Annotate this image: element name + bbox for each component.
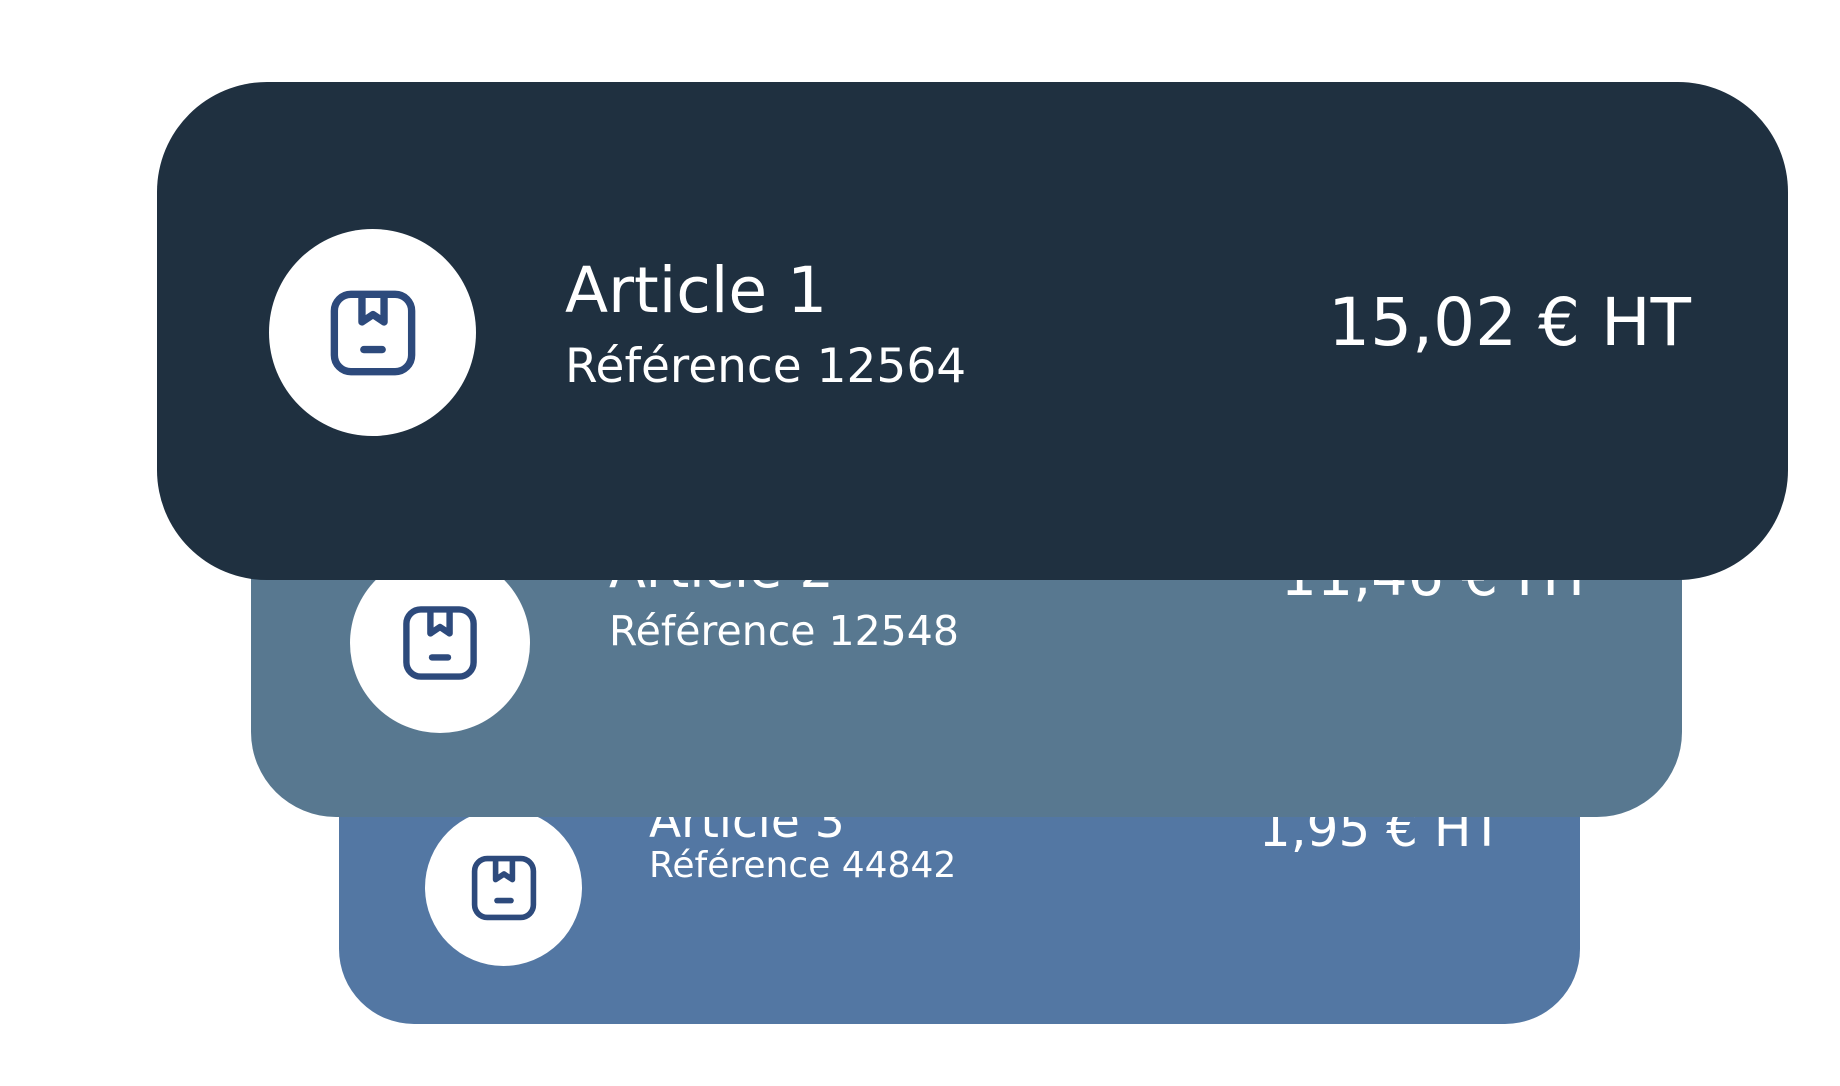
package-box-icon: [469, 853, 539, 923]
article-price: 15,02 € HT: [1328, 284, 1691, 361]
article-icon-circle: [350, 553, 530, 733]
article-card-1[interactable]: Article 1 Référence 12564 15,02 € HT: [157, 82, 1788, 580]
article-icon-circle: [269, 229, 476, 436]
article-icon-circle: [425, 809, 582, 966]
article-title: Article 1: [565, 254, 828, 327]
article-reference: Référence 12548: [609, 607, 959, 655]
package-box-icon: [327, 287, 419, 379]
article-reference: Référence 12564: [565, 339, 967, 394]
article-reference: Référence 44842: [649, 845, 957, 886]
package-box-icon: [400, 603, 480, 683]
